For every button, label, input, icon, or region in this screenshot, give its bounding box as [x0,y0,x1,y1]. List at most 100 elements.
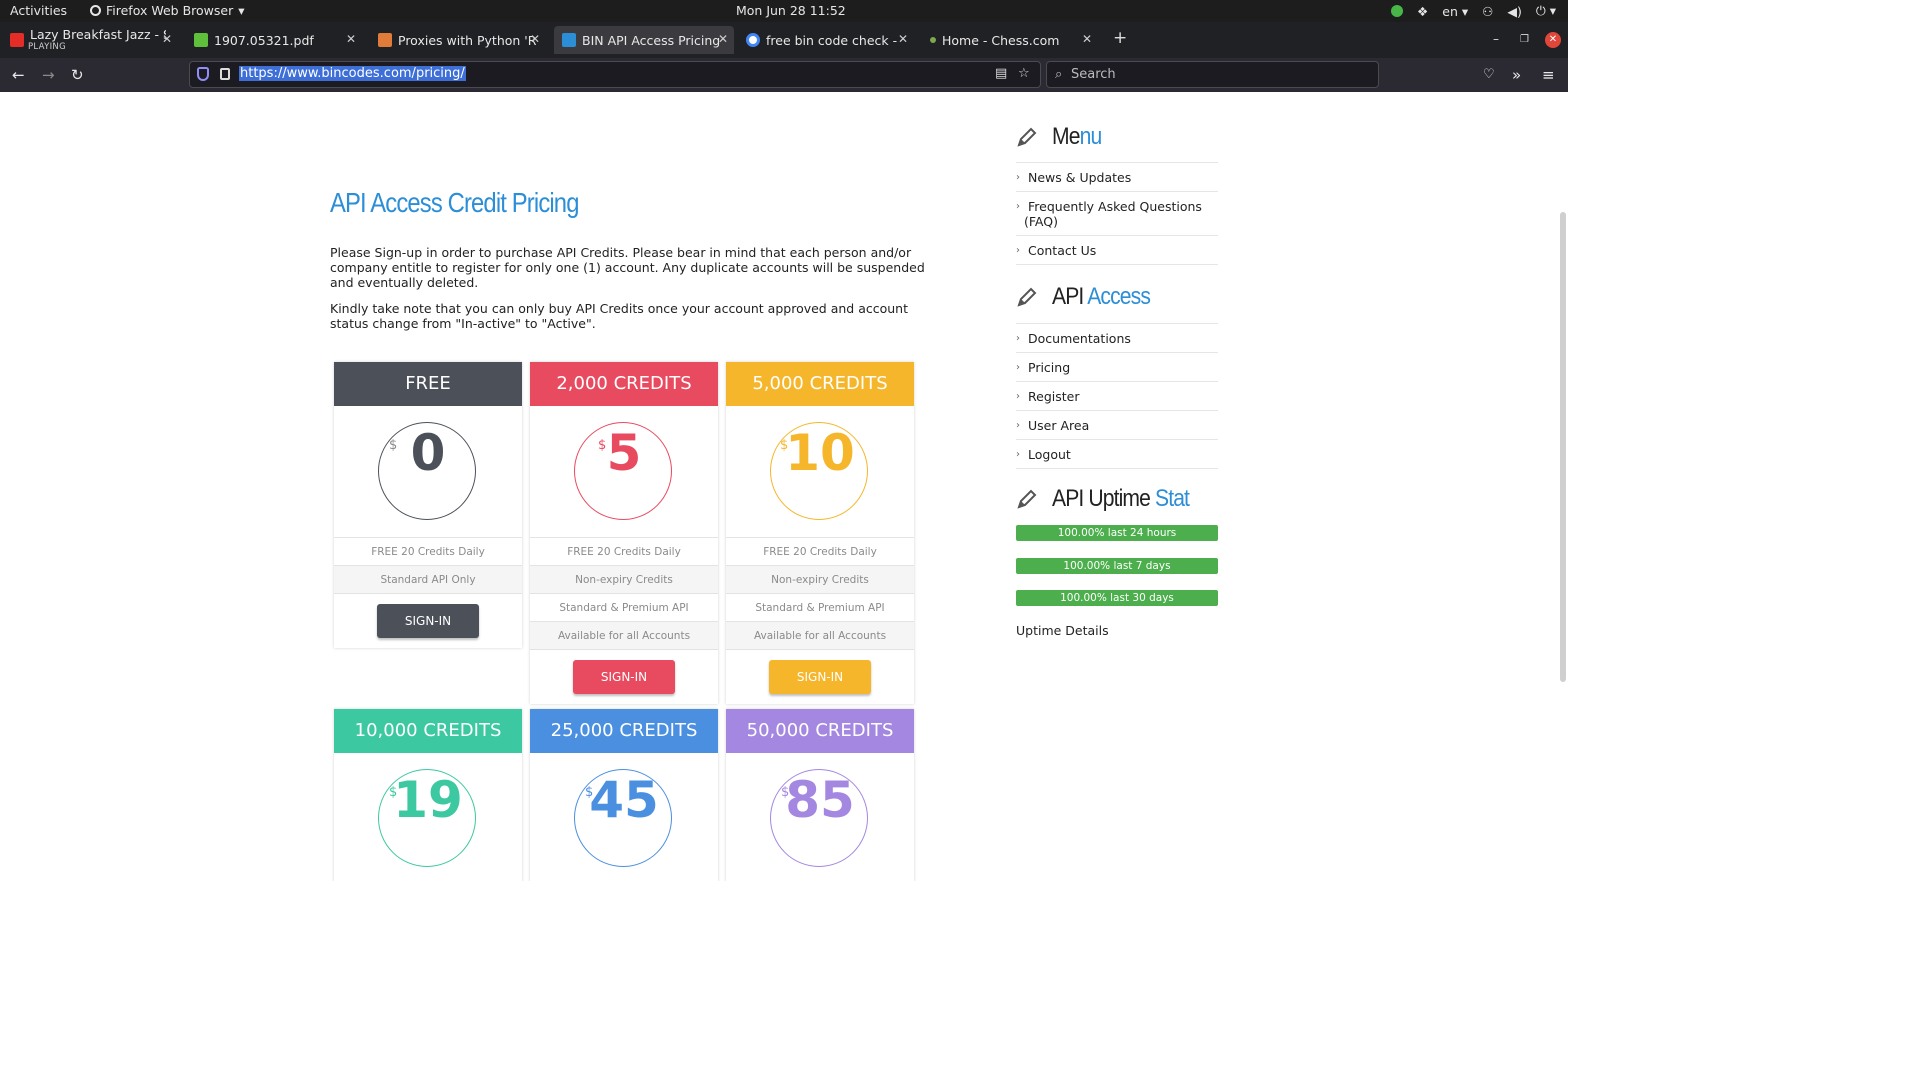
lock-icon[interactable] [220,68,230,80]
firefox-icon [90,5,101,16]
plan-header: 2,000 CREDITS [530,362,718,406]
close-tab-icon[interactable]: ✕ [346,32,356,46]
close-tab-icon[interactable]: ✕ [162,32,172,46]
tab-google[interactable]: free bin code check - Goo ✕ [738,26,914,54]
chevron-right-icon: › [1016,420,1020,431]
sidebar-item-logout[interactable]: › Logout [1016,439,1218,468]
plan-price: 19 [393,771,463,829]
youtube-icon [10,33,24,47]
web-page: API Access Credit Pricing Please Sign-up… [0,92,1568,881]
plan-price: 85 [785,771,855,829]
reader-view-icon[interactable]: ▤ [995,66,1007,81]
uptime-bar-30d: 100.00% last 30 days [1016,590,1218,606]
plan-header: FREE [334,362,522,406]
sidebar-menu-list: › News & Updates › Frequently Asked Questi… [1016,162,1218,265]
tab-chess[interactable]: Home - Chess.com ✕ [922,26,1098,54]
language-indicator[interactable]: en ▾ [1442,4,1468,19]
overflow-chevron-icon[interactable]: » [1512,66,1521,84]
reload-icon[interactable]: ↻ [71,66,84,84]
tab-pdf[interactable]: 1907.05321.pdf ✕ [186,26,362,54]
tab-proxies[interactable]: Proxies with Python 'Req ✕ [370,26,546,54]
plan-card-5000-credits: 5,000 CREDITS $ 10 FREE 20 Credits Daily… [726,362,914,704]
activities-button[interactable]: Activities [10,3,67,18]
app-name: Firefox Web Browser [106,3,234,18]
sidebar-item-pricing[interactable]: › Pricing [1016,352,1218,381]
plan-price: 0 [410,424,446,482]
tab-playing-label: PLAYING [28,42,66,52]
sign-in-button[interactable]: SIGN-IN [377,604,479,638]
plan-price: 10 [785,424,855,482]
pencil-icon [1017,287,1037,307]
sidebar-item-faq[interactable]: › Frequently Asked Questions (FAQ) [1016,191,1218,235]
tab-title: free bin code check - Goo [766,32,902,48]
plan-feature: Standard & Premium API [726,593,914,621]
volume-icon[interactable]: ◀) [1507,4,1522,19]
chevron-right-icon: › [1016,201,1020,212]
stackoverflow-icon [378,33,392,47]
forward-arrow-icon[interactable]: → [42,66,55,84]
sidebar-item-register[interactable]: › Register [1016,381,1218,410]
intro-paragraph-2: Kindly take note that you can only buy A… [330,301,909,331]
plan-feature: FREE 20 Credits Daily [334,537,522,565]
back-arrow-icon[interactable]: ← [12,66,25,84]
page-scrollbar[interactable] [1560,212,1566,682]
close-tab-icon[interactable]: ✕ [1082,32,1092,46]
pdf-icon [194,33,208,47]
power-icon[interactable]: ⏻ ▾ [1536,3,1556,19]
bincodes-icon [562,33,576,47]
url-bar[interactable]: https://www.bincodes.com/pricing/ ▤ ☆ [189,61,1041,88]
plan-card-10000-credits: 10,000 CREDITS $ 19 [334,709,522,881]
chevron-right-icon: › [1016,172,1020,183]
plan-price: 5 [606,424,642,482]
tracking-shield-icon[interactable] [197,67,209,81]
bookmark-star-icon[interactable]: ☆ [1018,66,1030,81]
chess-icon [930,37,936,43]
sidebar-api-access-heading: API Access [1016,283,1163,311]
new-tab-icon[interactable]: + [1113,28,1127,48]
tab-title: BIN API Access Pricing [582,32,721,48]
search-placeholder: Search [1071,67,1116,82]
minimize-icon[interactable]: – [1493,32,1499,46]
sidebar-item-documentations[interactable]: › Documentations [1016,323,1218,352]
app-menu[interactable]: Firefox Web Browser ▾ [90,3,245,18]
plan-header: 25,000 CREDITS [530,709,718,753]
plan-feature: Available for all Accounts [726,621,914,649]
url-text[interactable]: https://www.bincodes.com/pricing/ [239,66,466,81]
clock[interactable]: Mon Jun 28 11:52 [736,3,846,18]
close-tab-icon[interactable]: ✕ [718,32,728,46]
status-green-icon[interactable] [1391,5,1404,17]
dropbox-icon[interactable]: ❖ [1417,4,1428,19]
tab-youtube[interactable]: Lazy Breakfast Jazz - Smo PLAYING ✕ [2,26,178,54]
system-top-bar: Activities Firefox Web Browser ▾ Mon Jun… [0,0,1568,22]
restore-icon[interactable]: ❐ [1520,34,1529,45]
sign-in-button[interactable]: SIGN-IN [573,660,675,694]
tab-bin-pricing[interactable]: BIN API Access Pricing ✕ [554,26,734,54]
plan-feature: FREE 20 Credits Daily [530,537,718,565]
tab-title: Home - Chess.com [942,32,1060,48]
chevron-right-icon: › [1016,449,1020,460]
search-input[interactable]: ⌕ Search [1046,61,1379,88]
window-close-icon[interactable]: ✕ [1545,32,1561,48]
uptime-details-link[interactable]: Uptime Details [1016,623,1109,638]
navigation-toolbar: ← → ↻ https://www.bincodes.com/pricing/ … [0,58,1568,92]
plan-card-50000-credits: 50,000 CREDITS $ 85 [726,709,914,881]
search-icon: ⌕ [1055,67,1063,82]
chevron-right-icon: › [1016,333,1020,344]
sign-in-button[interactable]: SIGN-IN [769,660,871,694]
sidebar-api-list: › Documentations › Pricing › Register › User… [1016,323,1218,469]
pocket-icon[interactable]: ♡ [1483,67,1495,82]
sidebar-menu-heading: Menu [1016,123,1108,151]
sidebar-item-news[interactable]: › News & Updates [1016,162,1218,191]
close-tab-icon[interactable]: ✕ [898,32,908,46]
plan-feature: Standard & Premium API [530,593,718,621]
close-tab-icon[interactable]: ✕ [530,32,540,46]
sidebar-item-user-area[interactable]: › User Area [1016,410,1218,439]
plan-feature: Standard API Only [334,565,522,593]
tab-title: 1907.05321.pdf [214,32,314,48]
sidebar-item-contact[interactable]: › Contact Us [1016,235,1218,264]
plan-card-25000-credits: 25,000 CREDITS $ 45 [530,709,718,881]
chevron-right-icon: › [1016,391,1020,402]
network-icon[interactable]: ⚇ [1482,4,1493,19]
tab-title: Lazy Breakfast Jazz - Smo [30,26,166,42]
hamburger-menu-icon[interactable]: ≡ [1542,66,1555,84]
